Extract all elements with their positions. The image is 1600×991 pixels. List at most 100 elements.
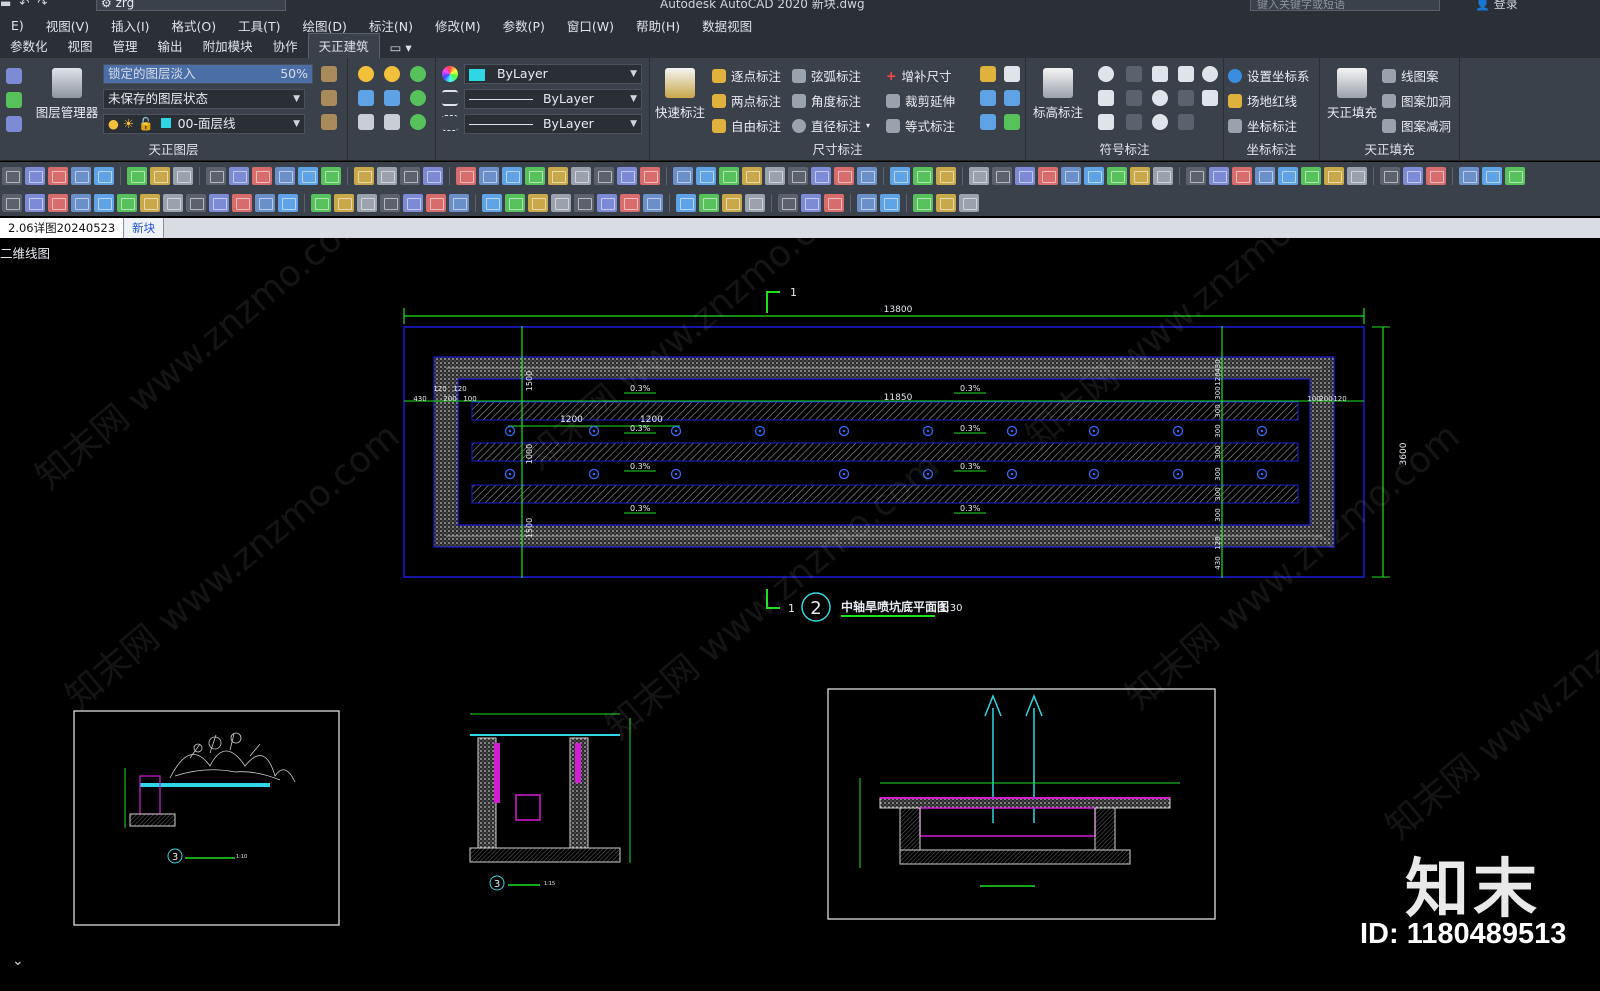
toolbar-tool-icon[interactable] bbox=[71, 166, 91, 185]
toolbar-tool-icon[interactable] bbox=[722, 193, 742, 212]
toolbar-tool-icon[interactable] bbox=[913, 166, 933, 185]
dim-arrow-icon[interactable] bbox=[980, 90, 996, 106]
toolbar-tool-icon[interactable] bbox=[528, 193, 548, 212]
toolbar-tool-icon[interactable] bbox=[2, 193, 22, 212]
toolbar-tool-icon[interactable] bbox=[1038, 166, 1058, 185]
dim-point-button[interactable]: 逐点标注 bbox=[712, 66, 781, 85]
symbol-icon[interactable] bbox=[1178, 114, 1194, 130]
linetype-dropdown[interactable]: ByLayer ▼ bbox=[464, 89, 642, 109]
symbol-icon[interactable] bbox=[1098, 66, 1114, 82]
symbol-icon[interactable] bbox=[1152, 90, 1168, 106]
toolbar-tool-icon[interactable] bbox=[334, 193, 354, 212]
toolbar-tool-icon[interactable] bbox=[229, 166, 249, 185]
symbol-icon[interactable] bbox=[1126, 66, 1142, 82]
toolbar-tool-icon[interactable] bbox=[209, 193, 229, 212]
toolbar-tool-icon[interactable] bbox=[1232, 166, 1252, 185]
lineweight-dropdown[interactable]: ByLayer ▼ bbox=[464, 114, 642, 134]
bulb-icon[interactable] bbox=[358, 66, 374, 82]
site-redline-button[interactable]: 场地红线 bbox=[1228, 91, 1297, 110]
toolbar-tool-icon[interactable] bbox=[811, 166, 831, 185]
toolbar-tool-icon[interactable] bbox=[880, 193, 900, 212]
toolbar-tool-icon[interactable] bbox=[936, 193, 956, 212]
detail-right[interactable] bbox=[827, 688, 1216, 920]
toolbar-tool-icon[interactable] bbox=[548, 166, 568, 185]
tab-tangent-arch[interactable]: 天正建筑 bbox=[307, 33, 380, 58]
ribbon-options-icon[interactable]: ▭ ▾ bbox=[380, 38, 422, 58]
toolbar-tool-icon[interactable] bbox=[696, 166, 716, 185]
toolbar-tool-icon[interactable] bbox=[1278, 166, 1298, 185]
layer-manager-button[interactable]: 图层管理器 bbox=[33, 68, 101, 121]
toolbar-tool-icon[interactable] bbox=[505, 193, 525, 212]
toolbar-tool-icon[interactable] bbox=[71, 193, 91, 212]
layer-isolate-icon[interactable] bbox=[6, 92, 22, 108]
symbol-icon[interactable] bbox=[1126, 90, 1142, 106]
toolbar-tool-icon[interactable] bbox=[502, 166, 522, 185]
color-wheel-icon[interactable] bbox=[442, 66, 458, 82]
dim-add-button[interactable]: + 增补尺寸 bbox=[886, 66, 952, 85]
color-dropdown[interactable]: ByLayer ▼ bbox=[464, 64, 642, 84]
toolbar-tool-icon[interactable] bbox=[788, 166, 808, 185]
toolbar-tool-icon[interactable] bbox=[801, 193, 821, 212]
toolbar-tool-icon[interactable] bbox=[1324, 166, 1344, 185]
toolbar-tool-icon[interactable] bbox=[969, 166, 989, 185]
toolbar-tool-icon[interactable] bbox=[357, 193, 377, 212]
toolbar-tool-icon[interactable] bbox=[857, 166, 877, 185]
pattern-remove-hole-button[interactable]: 图案减洞 bbox=[1382, 116, 1451, 135]
toolbar-tool-icon[interactable] bbox=[643, 193, 663, 212]
menu-item-dimension[interactable]: 标注(N) bbox=[358, 16, 424, 35]
redo-icon[interactable]: ↷ bbox=[37, 0, 47, 10]
toolbar-tool-icon[interactable] bbox=[936, 166, 956, 185]
dim-trim-button[interactable]: 裁剪延伸 bbox=[886, 91, 955, 110]
toolbar-tool-icon[interactable] bbox=[25, 193, 45, 212]
tangent-fill-button[interactable]: 天正填充 bbox=[1322, 68, 1382, 121]
toolbar-tool-icon[interactable] bbox=[1505, 166, 1525, 185]
pen-icon[interactable] bbox=[980, 66, 996, 82]
dim-arrow-icon[interactable] bbox=[1004, 90, 1020, 106]
linetype-icon[interactable] bbox=[442, 90, 458, 106]
toolbar-tool-icon[interactable] bbox=[94, 166, 114, 185]
save-icon[interactable]: ▬ bbox=[0, 0, 11, 10]
toolbar-tool-icon[interactable] bbox=[426, 193, 446, 212]
login-button[interactable]: 👤 登录 bbox=[1475, 0, 1518, 12]
toolbar-tool-icon[interactable] bbox=[48, 193, 68, 212]
toolbar-tool-icon[interactable] bbox=[742, 166, 762, 185]
toolbar-tool-icon[interactable] bbox=[140, 193, 160, 212]
file-tab-current[interactable]: 2.06详图20240523 bbox=[0, 218, 125, 238]
menu-item-help[interactable]: 帮助(H) bbox=[625, 16, 691, 35]
file-tab-new[interactable]: 新块 bbox=[124, 218, 165, 238]
menu-item-dataview[interactable]: 数据视图 bbox=[691, 16, 763, 35]
toolbar-tool-icon[interactable] bbox=[232, 193, 252, 212]
toolbar-tool-icon[interactable] bbox=[1255, 166, 1275, 185]
layer-tool-icon[interactable] bbox=[321, 90, 337, 106]
toolbar-tool-icon[interactable] bbox=[913, 193, 933, 212]
layer-fade-slider[interactable]: 锁定的图层淡入 50% bbox=[103, 64, 313, 84]
elevation-button[interactable]: 标高标注 bbox=[1028, 68, 1088, 121]
toolbar-tool-icon[interactable] bbox=[354, 166, 374, 185]
toolbar-tool-icon[interactable] bbox=[620, 193, 640, 212]
layer-tool-icon[interactable] bbox=[321, 114, 337, 130]
toolbar-tool-icon[interactable] bbox=[1301, 166, 1321, 185]
toolbar-tool-icon[interactable] bbox=[1061, 166, 1081, 185]
toolbar-tool-icon[interactable] bbox=[449, 193, 469, 212]
current-layer-dropdown[interactable]: ● ☀ 🔓 00-面层线 ▼ bbox=[103, 114, 305, 134]
toolbar-tool-icon[interactable] bbox=[255, 193, 275, 212]
toolbar-tool-icon[interactable] bbox=[48, 166, 68, 185]
menu-item-window[interactable]: 窗口(W) bbox=[556, 16, 625, 35]
bulb-icon[interactable] bbox=[384, 66, 400, 82]
tab-manage[interactable]: 管理 bbox=[103, 34, 148, 58]
toolbar-tool-icon[interactable] bbox=[206, 166, 226, 185]
toolbar-tool-icon[interactable] bbox=[298, 166, 318, 185]
menu-item-parametric[interactable]: 参数(P) bbox=[492, 16, 556, 35]
line-pattern-button[interactable]: 线图案 bbox=[1382, 66, 1439, 85]
toolbar-tool-icon[interactable] bbox=[1107, 166, 1127, 185]
set-ucs-button[interactable]: 设置坐标系 bbox=[1228, 66, 1310, 85]
layer-on-icon[interactable] bbox=[6, 68, 22, 84]
toolbar-tool-icon[interactable] bbox=[640, 166, 660, 185]
toolbar-tool-icon[interactable] bbox=[1482, 166, 1502, 185]
toolbar-tool-icon[interactable] bbox=[252, 166, 272, 185]
freeze-icon[interactable] bbox=[384, 90, 400, 106]
tab-parametric[interactable]: 参数化 bbox=[0, 34, 58, 58]
plan-view[interactable]: 13800 11850 1 1 1200 1200 3600 1500 1000… bbox=[403, 286, 1409, 622]
toolbar-tool-icon[interactable] bbox=[1015, 166, 1035, 185]
tab-addins[interactable]: 附加模块 bbox=[193, 34, 263, 58]
